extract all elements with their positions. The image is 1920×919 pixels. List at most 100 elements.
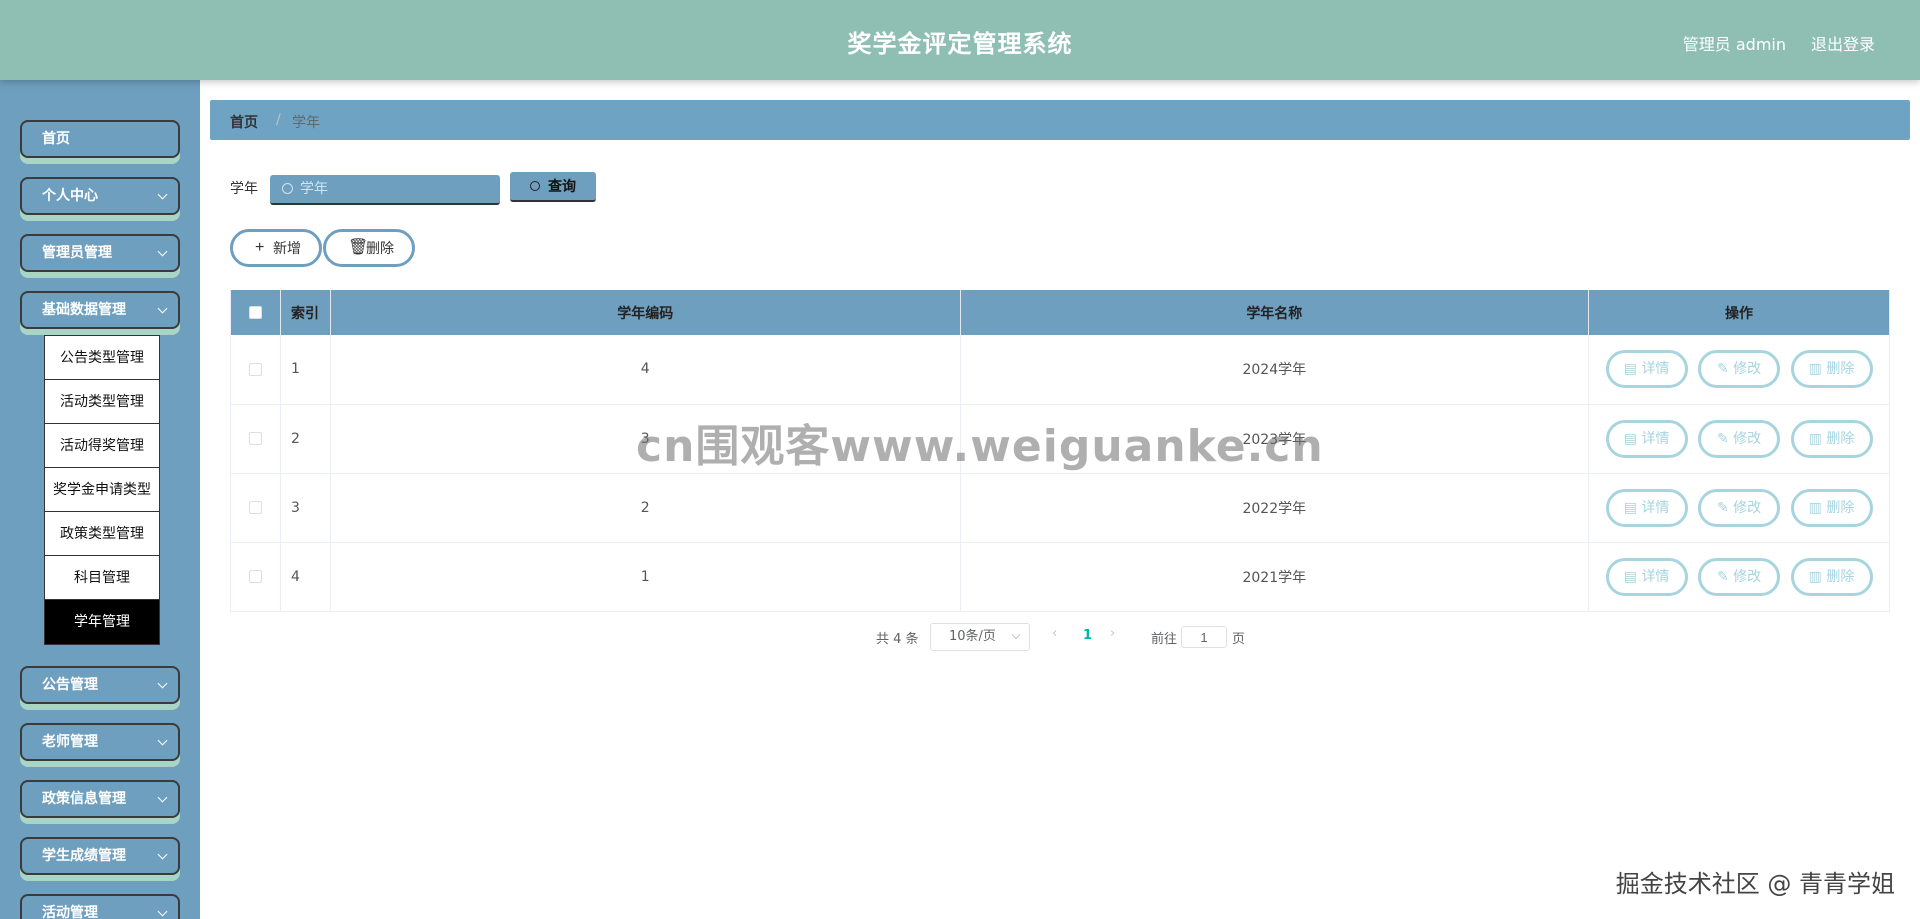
row-delete-button-label: 删除 [1826,361,1855,378]
document-icon: ▤ [1623,568,1642,585]
edit-button-label: 修改 [1733,499,1762,516]
detail-button-label: 详情 [1641,361,1670,378]
sidebar-item-label: 个人中心 [42,188,98,204]
row-delete-button[interactable]: ▥ 删除 [1790,488,1873,527]
sidebar-item-grade-management[interactable]: 学生成绩管理 [20,837,180,875]
row-delete-button-label: 删除 [1826,568,1855,585]
chevron-down-icon [157,792,168,803]
chevron-down-icon [157,849,168,860]
row-checkbox[interactable] [248,570,262,583]
cell-index: 3 [280,473,331,543]
detail-button[interactable]: ▤ 详情 [1605,557,1688,596]
current-user-label: 管理员 admin [1682,35,1786,54]
corner-attribution: 掘金技术社区 @ 青青学姐 [1615,870,1895,898]
sidebar-item-teacher-management[interactable]: 老师管理 [20,723,180,761]
delete-button-label: 删除 [366,240,394,256]
sidebar-item-personal-center[interactable]: 个人中心 [20,177,180,215]
column-header-code: 学年编码 [330,290,961,335]
query-button[interactable]: 查询 [510,172,596,202]
goto-page-input[interactable] [1181,626,1227,648]
cell-code: 1 [330,542,961,612]
breadcrumb: 首页 / 学年 [210,100,1910,140]
submenu-item-notice-type[interactable]: 公告类型管理 [45,336,159,380]
sidebar-item-home[interactable]: 首页 [20,120,180,158]
row-select-cell [230,473,281,543]
pencil-icon: ✎ [1716,499,1734,516]
row-delete-button-label: 删除 [1826,499,1855,516]
cell-actions: ▤ 详情 ✎ 修改 ▥ 删除 [1588,473,1890,543]
prev-page-button[interactable]: ‹ [1052,626,1057,641]
sidebar-item-activity-management[interactable]: 活动管理 [20,894,180,919]
row-select-cell [230,335,281,405]
sidebar-item-label: 首页 [42,131,70,147]
sidebar-item-policy-management[interactable]: 政策信息管理 [20,780,180,818]
query-button-label: 查询 [548,178,576,194]
logout-link[interactable]: 退出登录 [1811,31,1875,55]
row-checkbox[interactable] [248,362,262,376]
column-header-index: 索引 [280,290,331,335]
chevron-down-icon [157,303,168,314]
select-all-header [230,290,281,335]
detail-button[interactable]: ▤ 详情 [1605,350,1688,389]
chevron-down-icon [157,678,168,689]
row-delete-button[interactable]: ▥ 删除 [1790,419,1873,458]
select-all-checkbox[interactable] [248,306,262,319]
sidebar-item-basic-data-management[interactable]: 基础数据管理 [20,291,180,329]
chevron-down-icon [1011,630,1021,640]
page-number-current[interactable]: 1 [1083,628,1092,643]
sidebar-item-admin-management[interactable]: 管理员管理 [20,234,180,272]
sidebar-item-label: 活动管理 [42,905,98,919]
cell-name: 2022学年 [960,473,1590,543]
detail-button[interactable]: ▤ 详情 [1605,419,1688,458]
add-button[interactable]: + 新增 [230,229,322,267]
document-icon: ▤ [1623,361,1642,378]
search-box [270,175,500,205]
row-checkbox[interactable] [248,432,262,445]
next-page-button[interactable]: › [1110,626,1115,641]
row-checkbox[interactable] [248,501,262,514]
detail-button-label: 详情 [1641,430,1670,447]
edit-button[interactable]: ✎ 修改 [1698,488,1781,527]
submenu-item-activity-type[interactable]: 活动类型管理 [45,380,159,424]
edit-button[interactable]: ✎ 修改 [1698,350,1781,389]
submenu-item-policy-type[interactable]: 政策类型管理 [45,512,159,556]
submenu-item-subject[interactable]: 科目管理 [45,556,159,600]
search-input[interactable] [300,175,495,203]
column-header-actions: 操作 [1588,290,1890,335]
chevron-down-icon [157,735,168,746]
cell-index: 2 [280,404,331,474]
detail-button-label: 详情 [1641,499,1670,516]
cell-code: 4 [330,335,961,405]
sidebar-item-label: 公告管理 [42,677,98,693]
row-delete-button[interactable]: ▥ 删除 [1790,350,1873,389]
sidebar-item-label: 基础数据管理 [42,302,126,318]
submenu-item-activity-award[interactable]: 活动得奖管理 [45,424,159,468]
search-label: 学年 [230,181,258,197]
edit-button[interactable]: ✎ 修改 [1698,419,1781,458]
cell-code: 3 [330,404,961,474]
edit-button[interactable]: ✎ 修改 [1698,557,1781,596]
cell-index: 1 [280,335,331,405]
detail-button-label: 详情 [1641,568,1670,585]
pencil-icon: ✎ [1716,568,1734,585]
submenu-item-academic-year[interactable]: 学年管理 [45,600,159,644]
row-delete-button[interactable]: ▥ 删除 [1790,557,1873,596]
column-header-name: 学年名称 [960,290,1590,335]
sidebar-item-label: 老师管理 [42,734,98,750]
edit-button-label: 修改 [1733,568,1762,585]
breadcrumb-current: 学年 [292,115,320,131]
breadcrumb-home[interactable]: 首页 [230,112,258,132]
trash-icon: ▥ [1808,568,1827,585]
page-size-value: 10条/页 [949,629,996,644]
row-delete-button-label: 删除 [1826,430,1855,447]
bulk-delete-button[interactable]: 🗑 删除 [323,229,415,267]
table-row: 3 2 2022学年 ▤ 详情 ✎ 修改 ▥ 删除 [230,473,1890,543]
page-suffix-label: 页 [1232,632,1246,647]
sidebar-item-notice-management[interactable]: 公告管理 [20,666,180,704]
sidebar-item-label: 学生成绩管理 [42,848,126,864]
goto-label: 前往 [1151,632,1178,647]
cell-name: 2023学年 [960,404,1590,474]
detail-button[interactable]: ▤ 详情 [1605,488,1688,527]
page-size-select[interactable]: 10条/页 [930,623,1030,651]
submenu-item-scholarship-type[interactable]: 奖学金申请类型 [45,468,159,512]
